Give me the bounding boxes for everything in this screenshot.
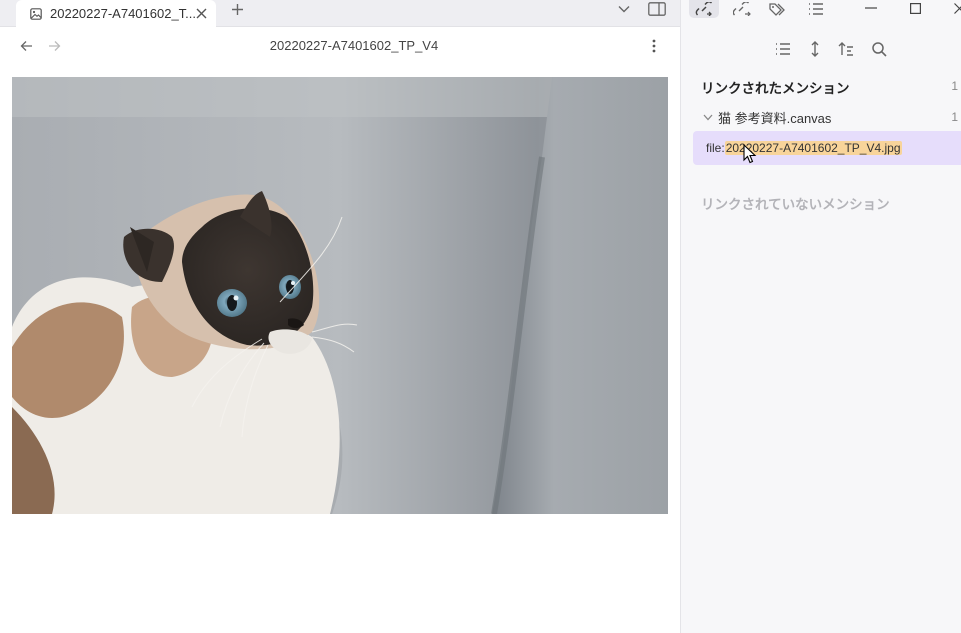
linked-mentions-count: 1 <box>951 79 958 93</box>
more-options-icon[interactable] <box>644 36 664 56</box>
tab-strip: 20220227-A7401602_T... <box>0 0 680 27</box>
backlink-file-count: 1 <box>951 110 958 124</box>
image-file-icon <box>28 6 44 22</box>
tab-title: 20220227-A7401602_T... <box>50 6 197 21</box>
backlinks-pane: リンクされたメンション 1 猫 参考資料.canvas 1 file: 2022… <box>680 0 961 633</box>
expand-context-icon[interactable] <box>804 38 826 60</box>
linked-mentions-header[interactable]: リンクされたメンション <box>701 77 850 97</box>
outline-icon[interactable] <box>801 0 831 18</box>
minimize-icon[interactable] <box>859 0 883 16</box>
maximize-icon[interactable] <box>903 0 927 16</box>
backlink-file-item[interactable]: 猫 参考資料.canvas <box>701 108 959 126</box>
match-prefix: file: <box>706 141 725 155</box>
backlink-match-result[interactable]: file: 20220227-A7401602_TP_V4.jpg <box>693 131 961 165</box>
image-pane: 20220227-A7401602_T... 20220227-A7401602… <box>0 0 680 633</box>
view-title: 20220227-A7401602_TP_V4 <box>269 38 439 53</box>
app-window: 20220227-A7401602_T... 20220227-A7401602… <box>0 0 961 633</box>
unlinked-mentions-header[interactable]: リンクされていないメンション <box>701 193 890 213</box>
sidebar-tab-bar <box>681 0 961 19</box>
mouse-cursor-icon <box>743 144 757 164</box>
view-header: 20220227-A7401602_TP_V4 <box>0 27 680 65</box>
new-tab-plus-icon[interactable] <box>227 0 247 18</box>
sort-icon[interactable] <box>835 38 857 60</box>
outgoing-links-icon[interactable] <box>727 0 757 18</box>
cat-image <box>12 77 668 514</box>
tags-icon[interactable] <box>763 0 793 18</box>
collapse-results-list-icon[interactable] <box>772 38 794 60</box>
backlink-file-name: 猫 参考資料.canvas <box>718 110 832 126</box>
window-close-icon[interactable] <box>947 0 961 16</box>
search-icon[interactable] <box>868 38 890 60</box>
sidebar-toggle-icon[interactable] <box>646 0 668 18</box>
tab-image-file[interactable]: 20220227-A7401602_T... <box>16 0 216 27</box>
chevron-down-icon[interactable] <box>701 110 715 124</box>
backlinks-toolbar <box>681 38 961 60</box>
chevron-down-icon[interactable] <box>614 0 634 18</box>
backlinks-tab-link-icon[interactable] <box>689 0 719 18</box>
close-icon[interactable] <box>192 4 210 22</box>
